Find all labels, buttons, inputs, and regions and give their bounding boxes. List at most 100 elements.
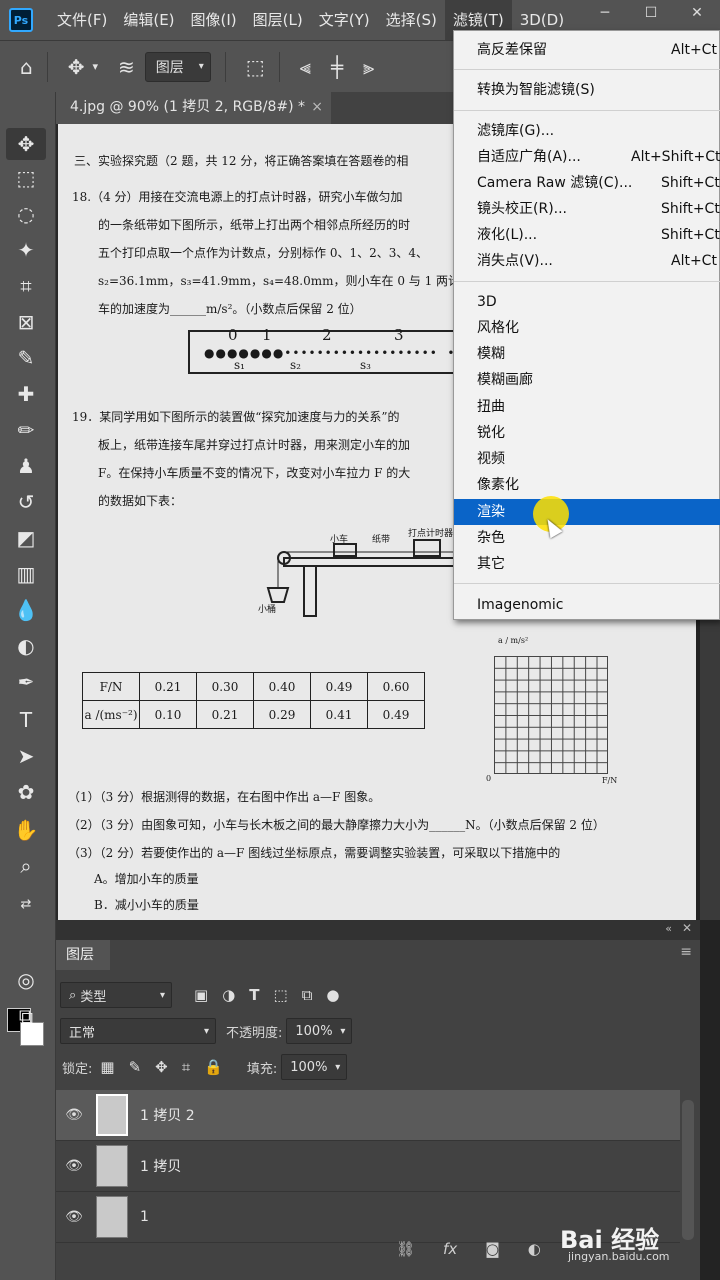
move-tool-icon[interactable]: ✥ <box>6 128 46 160</box>
gradient-tool-icon[interactable]: ▥ <box>6 558 46 590</box>
align-right-icon[interactable]: ⫸ <box>363 55 374 79</box>
lock-pixels-icon[interactable]: ✎ <box>129 1058 142 1076</box>
menu-file[interactable]: 文件(F) <box>49 0 115 40</box>
close-icon[interactable]: ✕ <box>674 0 720 26</box>
visibility-eye-icon[interactable]: 👁 <box>56 1107 92 1123</box>
menu-image[interactable]: 图像(I) <box>183 0 245 40</box>
layer-name[interactable]: 1 拷贝 <box>140 1156 181 1176</box>
menu-item-blur[interactable]: 模糊 <box>454 341 720 367</box>
home-icon[interactable]: ⌂ <box>20 55 33 79</box>
menu-edit[interactable]: 编辑(E) <box>115 0 182 40</box>
eraser-icon[interactable]: ◩ <box>6 522 46 554</box>
lock-transparent-icon[interactable]: ▦ <box>100 1058 114 1076</box>
align-center-icon[interactable]: ╪ <box>331 55 343 79</box>
visibility-eye-icon[interactable]: 👁 <box>56 1158 92 1174</box>
swap-colors-icon[interactable]: ⇄ <box>6 888 46 920</box>
quick-mask-icon[interactable]: ◎ <box>6 964 46 996</box>
type-tool-icon[interactable]: T <box>6 704 46 736</box>
magic-wand-icon[interactable]: ✦ <box>6 234 46 266</box>
align-left-icon[interactable]: ⫷ <box>300 55 311 79</box>
menu-item-liquify[interactable]: 液化(L)... Shift+Ct <box>454 222 720 248</box>
menu-select[interactable]: 选择(S) <box>378 0 445 40</box>
menu-item-vanishing-point[interactable]: 消失点(V)... Alt+Ct <box>454 248 720 274</box>
grid-xlabel: F/N <box>602 776 618 785</box>
lock-position-icon[interactable]: ✥ <box>155 1058 168 1076</box>
menu-item-other[interactable]: 其它 <box>454 551 720 577</box>
menu-item-blur-gallery[interactable]: 模糊画廊 <box>454 367 720 393</box>
brush-tool-icon[interactable]: ✏ <box>6 414 46 446</box>
move-tool-icon[interactable]: ✥ <box>68 55 85 79</box>
clone-stamp-icon[interactable]: ♟ <box>6 450 46 482</box>
fill-field[interactable]: 100% ▾ <box>281 1054 348 1080</box>
link-layers-icon[interactable]: ⛓ <box>396 1240 415 1258</box>
menu-item-imagenomic[interactable]: Imagenomic <box>454 592 720 618</box>
menu-layer[interactable]: 图层(L) <box>245 0 311 40</box>
menu-item-3d[interactable]: 3D <box>454 289 720 315</box>
menu-item-pixelate[interactable]: 像素化 <box>454 472 720 498</box>
path-selection-icon[interactable]: ➤ <box>6 740 46 772</box>
marquee-tool-icon[interactable]: ⬚ <box>6 162 46 194</box>
menu-item-render[interactable]: 渲染 <box>454 499 720 525</box>
menu-item-video[interactable]: 视频 <box>454 446 720 472</box>
menu-item-filter-gallery[interactable]: 滤镜库(G)... <box>454 118 720 144</box>
menu-item-camera-raw[interactable]: Camera Raw 滤镜(C)... Shift+Ct <box>454 170 720 196</box>
lasso-tool-icon[interactable]: ◌ <box>6 198 46 230</box>
layer-row[interactable]: 👁 1 拷贝 2 <box>56 1090 680 1141</box>
menu-item-sharpen[interactable]: 锐化 <box>454 420 720 446</box>
opacity-field[interactable]: 100% ▾ <box>286 1018 353 1044</box>
menu-item-stylize[interactable]: 风格化 <box>454 315 720 341</box>
smart-object-filter-icon[interactable]: ⧉ <box>302 986 313 1004</box>
pen-tool-icon[interactable]: ✒ <box>6 666 46 698</box>
collapse-icon[interactable]: « <box>665 922 672 935</box>
option-b: B．减小小车的质量 <box>94 898 199 912</box>
close-panel-icon[interactable]: ✕ <box>682 921 692 935</box>
maximize-icon[interactable]: ☐ <box>628 0 674 26</box>
add-mask-icon[interactable]: ◙ <box>485 1240 500 1258</box>
frame-tool-icon[interactable]: ⊠ <box>6 306 46 338</box>
history-brush-icon[interactable]: ↺ <box>6 486 46 518</box>
adjustment-filter-icon[interactable]: ◑ <box>222 986 235 1004</box>
hand-tool-icon[interactable]: ✋ <box>6 814 46 846</box>
menu-item-noise[interactable]: 杂色 <box>454 525 720 551</box>
menu-item-adaptive-wide-angle[interactable]: 自适应广角(A)... Alt+Shift+Ct <box>454 144 720 170</box>
menu-item-lens-correction[interactable]: 镜头校正(R)... Shift+Ct <box>454 196 720 222</box>
image-filter-icon[interactable]: ▣ <box>194 986 208 1004</box>
shape-filter-icon[interactable]: ⬚ <box>274 986 288 1004</box>
tab-layers[interactable]: 图层 <box>56 940 110 970</box>
minimize-icon[interactable]: ─ <box>582 0 628 26</box>
panel-menu-icon[interactable]: ≡ <box>680 944 692 960</box>
crop-tool-icon[interactable]: ⌗ <box>6 270 46 302</box>
auto-select-layers-icon[interactable]: ≋ <box>118 55 135 79</box>
layer-style-icon[interactable]: fx <box>443 1240 457 1258</box>
zoom-tool-icon[interactable]: ⌕ <box>6 850 46 882</box>
screen-mode-icon[interactable]: ⧉ <box>6 1000 46 1032</box>
blur-tool-icon[interactable]: 💧 <box>6 594 46 626</box>
transform-controls-icon[interactable]: ⬚ <box>246 55 265 79</box>
menu-type[interactable]: 文字(Y) <box>311 0 378 40</box>
search-icon: ⌕ <box>69 987 81 1003</box>
close-tab-icon[interactable]: × <box>311 92 323 122</box>
layer-row[interactable]: 👁 1 拷贝 <box>56 1141 680 1192</box>
adjustment-layer-icon[interactable]: ◐ <box>528 1240 541 1258</box>
blend-mode-dropdown[interactable]: 正常 ▾ <box>60 1018 216 1044</box>
eyedropper-icon[interactable]: ✎ <box>6 342 46 374</box>
visibility-eye-icon[interactable]: 👁 <box>56 1209 92 1225</box>
custom-shape-icon[interactable]: ✿ <box>6 776 46 808</box>
type-filter-icon[interactable]: T <box>249 986 259 1004</box>
filter-kind-dropdown[interactable]: ⌕ 类型 ▾ <box>60 982 172 1008</box>
layer-name[interactable]: 1 拷贝 2 <box>140 1105 195 1125</box>
filter-toggle-icon[interactable]: ● <box>326 986 339 1004</box>
dodge-tool-icon[interactable]: ◐ <box>6 630 46 662</box>
menu-item-convert-smart-filter[interactable]: 转换为智能滤镜(S) <box>454 77 720 103</box>
menu-item-high-pass[interactable]: 高反差保留 Alt+Ct <box>454 37 720 63</box>
table-cell: 0.21 <box>196 700 254 729</box>
auto-select-dropdown[interactable]: 图层 ▾ <box>144 51 211 82</box>
layers-scrollbar[interactable] <box>682 1100 694 1240</box>
menu-item-distort[interactable]: 扭曲 <box>454 394 720 420</box>
healing-brush-icon[interactable]: ✚ <box>6 378 46 410</box>
document-tab[interactable]: 4.jpg @ 90% (1 拷贝 2, RGB/8#) * × <box>56 92 331 124</box>
lock-artboard-icon[interactable]: ⌗ <box>182 1058 190 1076</box>
layer-name[interactable]: 1 <box>140 1209 149 1225</box>
lock-all-icon[interactable]: 🔒 <box>204 1058 223 1076</box>
chevron-down-icon[interactable]: ▾ <box>92 60 98 73</box>
